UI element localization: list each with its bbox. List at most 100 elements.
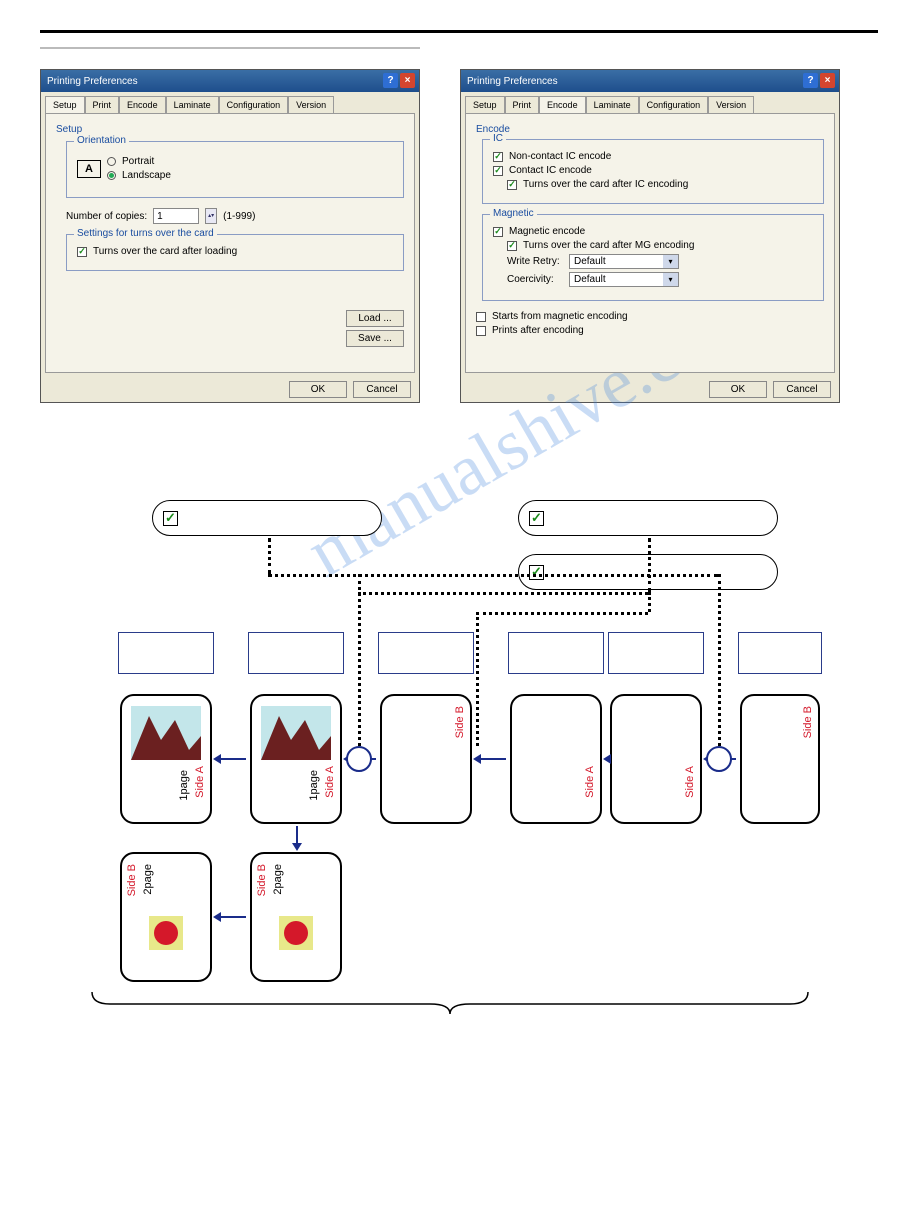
pill-r1-checkbox[interactable]: ✓ — [529, 511, 544, 526]
card-side-a-empty-2: Side A — [610, 694, 702, 824]
titlebar: Printing Preferences ? × — [41, 70, 419, 92]
dash-r1a — [648, 538, 651, 592]
tab-print[interactable]: Print — [85, 96, 120, 113]
ring-1 — [346, 746, 372, 772]
title-text: Printing Preferences — [467, 76, 558, 87]
copies-label: Number of copies: — [66, 211, 147, 222]
contact-label: Contact IC encode — [509, 165, 592, 176]
side-a-label: Side A — [194, 766, 206, 798]
side-a-label: Side A — [584, 766, 596, 798]
ok-button[interactable]: OK — [709, 381, 767, 398]
arrow-down — [296, 826, 298, 848]
card-print-b-1: Side B 2page — [120, 852, 212, 982]
arrow-bottom — [216, 916, 246, 918]
dialogs-row: Printing Preferences ? × Setup Print Enc… — [40, 69, 878, 403]
tabbar: Setup Print Encode Laminate Configuratio… — [41, 92, 419, 113]
group-setup-label: Setup — [56, 124, 404, 135]
side-a-label: Side A — [684, 766, 696, 798]
tab-version[interactable]: Version — [708, 96, 754, 113]
dialog-encode: Printing Preferences ? × Setup Print Enc… — [460, 69, 840, 403]
tab-setup[interactable]: Setup — [45, 96, 85, 113]
tab-laminate[interactable]: Laminate — [166, 96, 219, 113]
landscape-radio[interactable] — [107, 171, 116, 180]
dash-l1 — [268, 538, 271, 574]
turns-mg-label: Turns over the card after MG encoding — [523, 240, 694, 251]
page1-label: 1page — [178, 770, 190, 801]
page1-label: 1page — [308, 770, 320, 801]
tab-encode[interactable]: Encode — [119, 96, 166, 113]
copies-spinner[interactable]: ▴▾ — [205, 208, 217, 224]
page-top-rule — [40, 30, 878, 33]
noncontact-checkbox[interactable]: ✓ — [493, 152, 503, 162]
load-button[interactable]: Load ... — [346, 310, 404, 327]
pill-left-checkbox[interactable]: ✓ — [163, 511, 178, 526]
orientation-label: Orientation — [74, 135, 129, 146]
side-b-label: Side B — [256, 864, 268, 896]
copies-range: (1-999) — [223, 211, 255, 222]
pill-r2-checkbox[interactable]: ✓ — [529, 565, 544, 580]
turns-mg-checkbox[interactable]: ✓ — [507, 241, 517, 251]
tab-configuration[interactable]: Configuration — [219, 96, 289, 113]
stagebox-3 — [378, 632, 474, 674]
arrow-4 — [606, 758, 610, 760]
portrait-radio[interactable] — [107, 157, 116, 166]
coercivity-label: Coercivity: — [507, 274, 563, 285]
stagebox-2 — [248, 632, 344, 674]
tab-configuration[interactable]: Configuration — [639, 96, 709, 113]
card-side-b-last: Side B — [740, 694, 820, 824]
cancel-button[interactable]: Cancel — [353, 381, 411, 398]
help-button[interactable]: ? — [383, 73, 398, 88]
coercivity-select[interactable]: Default — [569, 272, 679, 287]
tab-print[interactable]: Print — [505, 96, 540, 113]
write-retry-label: Write Retry: — [507, 256, 563, 267]
turns-group-label: Settings for turns over the card — [74, 228, 217, 239]
stagebox-4 — [508, 632, 604, 674]
stagebox-6 — [738, 632, 822, 674]
close-button[interactable]: × — [400, 73, 415, 88]
save-button[interactable]: Save ... — [346, 330, 404, 347]
footer: OK Cancel — [461, 377, 839, 402]
starts-mag-checkbox[interactable] — [476, 312, 486, 322]
card-side-a-empty: Side A — [510, 694, 602, 824]
page-sub-rule — [40, 47, 420, 49]
ring-2 — [706, 746, 732, 772]
card-side-b-empty: Side B — [380, 694, 472, 824]
cancel-button[interactable]: Cancel — [773, 381, 831, 398]
starts-mag-label: Starts from magnetic encoding — [492, 311, 628, 322]
tabbar: Setup Print Encode Laminate Configuratio… — [461, 92, 839, 113]
arrow-1 — [216, 758, 246, 760]
title-text: Printing Preferences — [47, 76, 138, 87]
page2-label: 2page — [272, 864, 284, 895]
titlebar: Printing Preferences ? × — [461, 70, 839, 92]
card-print-a-1: Side A 1page — [120, 694, 212, 824]
arrow-3 — [476, 758, 506, 760]
close-button[interactable]: × — [820, 73, 835, 88]
write-retry-select[interactable]: Default — [569, 254, 679, 269]
tab-version[interactable]: Version — [288, 96, 334, 113]
landscape-label: Landscape — [122, 170, 171, 181]
ok-button[interactable]: OK — [289, 381, 347, 398]
turns-loading-label: Turns over the card after loading — [93, 246, 237, 257]
dash-r2b — [476, 612, 648, 615]
mag-encode-checkbox[interactable]: ✓ — [493, 227, 503, 237]
copies-input[interactable]: 1 — [153, 208, 199, 224]
page2-label: 2page — [142, 864, 154, 895]
turns-ic-checkbox[interactable]: ✓ — [507, 180, 517, 190]
card-print-b-2: Side B 2page — [250, 852, 342, 982]
orientation-preview-icon: A — [77, 160, 101, 178]
dash-l4 — [358, 574, 361, 746]
dialog-setup: Printing Preferences ? × Setup Print Enc… — [40, 69, 420, 403]
prints-after-checkbox[interactable] — [476, 326, 486, 336]
prints-after-label: Prints after encoding — [492, 325, 584, 336]
help-button[interactable]: ? — [803, 73, 818, 88]
side-b-label: Side B — [454, 706, 466, 738]
tab-encode[interactable]: Encode — [539, 96, 586, 113]
tab-laminate[interactable]: Laminate — [586, 96, 639, 113]
tab-setup[interactable]: Setup — [465, 96, 505, 113]
ic-group-label: IC — [490, 133, 506, 144]
contact-checkbox[interactable]: ✓ — [493, 166, 503, 176]
stagebox-5 — [608, 632, 704, 674]
turns-loading-checkbox[interactable]: ✓ — [77, 247, 87, 257]
mag-encode-label: Magnetic encode — [509, 226, 585, 237]
dash-r2c — [476, 612, 479, 746]
